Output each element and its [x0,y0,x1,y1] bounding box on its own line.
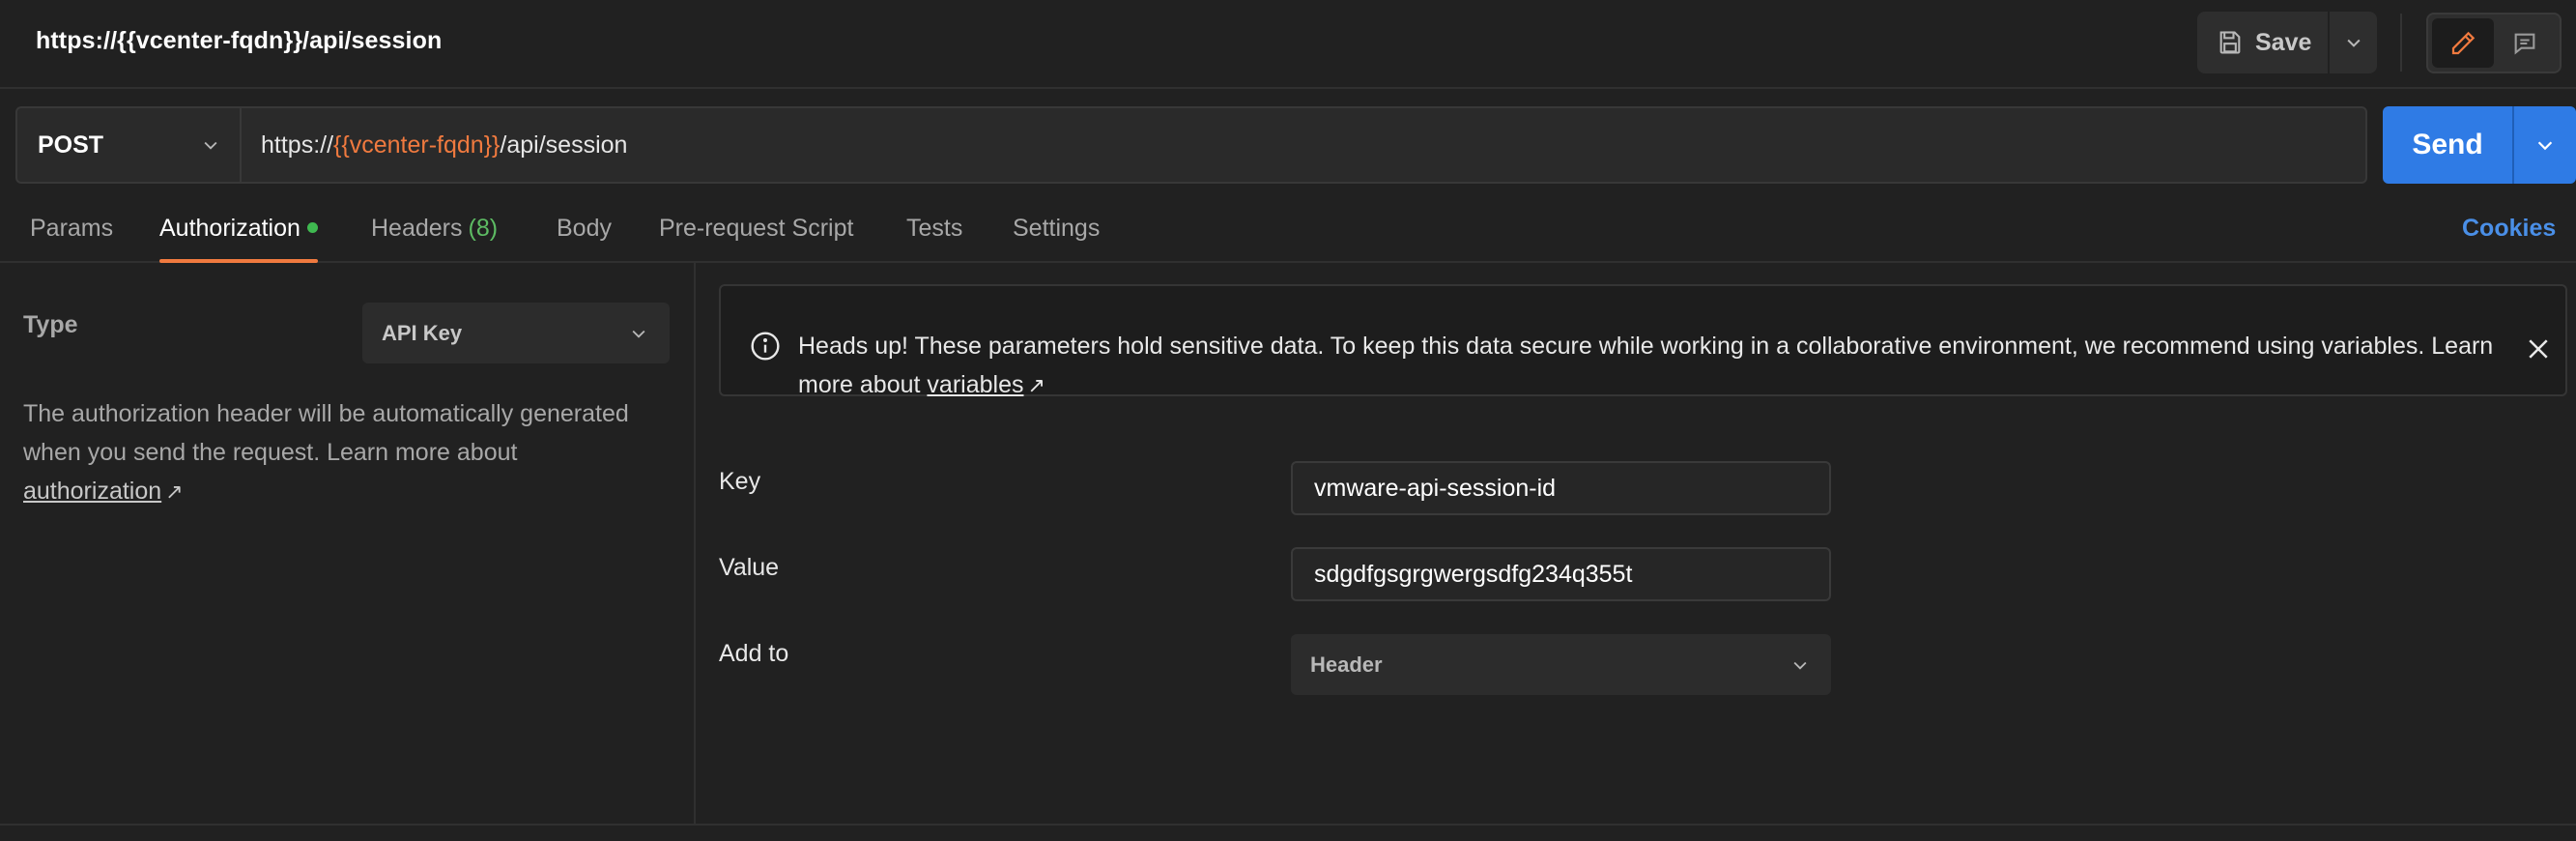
add-to-value: Header [1310,652,1383,677]
auth-type-label: Type [23,311,78,338]
chevron-down-icon [2346,39,2361,47]
tab-tests[interactable]: Tests [906,215,962,263]
add-to-select[interactable]: Header [1291,634,1831,695]
view-mode-toggle [2426,13,2562,73]
save-button[interactable]: Save [2197,12,2328,73]
tab-headers[interactable]: Headers (8) [371,215,498,263]
key-label: Key [719,468,761,495]
save-label: Save [2255,28,2312,56]
url-suffix: /api/session [500,130,628,159]
tab-label: Params [30,215,114,242]
close-icon[interactable] [2524,334,2553,363]
cookies-link[interactable]: Cookies [2462,215,2556,243]
tab-params[interactable]: Params [30,215,113,263]
tab-settings[interactable]: Settings [1013,215,1100,263]
auth-help-body: The authorization header will be automat… [23,400,629,466]
chevron-down-icon [2537,141,2553,151]
chevron-down-icon [1793,661,1807,670]
tab-body[interactable]: Body [557,215,612,263]
tab-pre-request-script[interactable]: Pre-request Script [659,215,853,263]
auth-config-panel: Heads up! These parameters hold sensitiv… [696,263,2576,824]
save-button-group: Save [2197,12,2377,73]
send-options-button[interactable] [2514,106,2576,184]
comments-button[interactable] [2494,18,2556,68]
edit-mode-button[interactable] [2432,18,2494,68]
banner-body: Heads up! These parameters hold sensitiv… [798,333,2494,398]
save-options-button[interactable] [2330,12,2377,73]
chevron-down-icon [204,141,217,150]
value-label: Value [719,554,780,581]
request-editor: https://{{vcenter-fqdn}}/api/session Sav… [0,0,2576,841]
method-value: POST [38,130,104,159]
auth-type-value: API Key [382,320,463,345]
request-title[interactable]: https://{{vcenter-fqdn}}/api/session [36,27,442,55]
authorization-link[interactable]: authorization [23,478,161,505]
url-input[interactable]: https://{{vcenter-fqdn}}/api/session [240,106,2367,184]
bottom-divider [0,824,2576,826]
tab-label: Tests [906,215,963,242]
request-header: https://{{vcenter-fqdn}}/api/session Sav… [0,0,2576,89]
value-input[interactable]: sdgdfgsgrgwergsdfg234q355t [1291,547,1831,601]
toolbar-divider [2400,14,2402,72]
floppy-disk-icon [2219,31,2241,54]
send-button[interactable]: Send [2383,106,2512,184]
tab-authorization[interactable]: Authorization [159,215,318,263]
tab-label: Settings [1013,215,1101,242]
request-tabs: Params Authorization Headers (8) Body Pre… [0,198,2576,263]
chevron-down-icon [632,330,645,338]
external-link-icon: ↗ [165,479,184,504]
key-input[interactable]: vmware-api-session-id [1291,461,1831,515]
info-icon [751,332,780,361]
modified-indicator [306,222,318,233]
url-prefix: https:// [261,130,334,159]
comment-icon [2514,33,2535,55]
pencil-icon [2451,31,2476,54]
url-bar: POST https://{{vcenter-fqdn}}/api/sessio… [15,106,2576,184]
method-select[interactable]: POST [15,106,240,184]
send-button-group: Send [2383,106,2576,184]
auth-help-text: The authorization header will be automat… [23,394,680,511]
tab-label: Body [557,215,612,242]
external-link-icon: ↗ [1027,373,1045,397]
variables-link[interactable]: variables [927,371,1023,398]
banner-message: Heads up! These parameters hold sensitiv… [798,327,2499,405]
auth-type-panel: Type API Key The authorization header wi… [0,263,694,824]
add-to-label: Add to [719,640,789,667]
headers-count: (8) [468,215,499,242]
sensitive-data-banner: Heads up! These parameters hold sensitiv… [719,284,2567,398]
tab-label: Headers [371,215,463,242]
tab-label: Authorization [159,215,301,242]
tab-label: Pre-request Script [659,215,854,242]
url-variable[interactable]: {{vcenter-fqdn}} [333,131,500,160]
auth-type-select[interactable]: API Key [362,303,670,363]
